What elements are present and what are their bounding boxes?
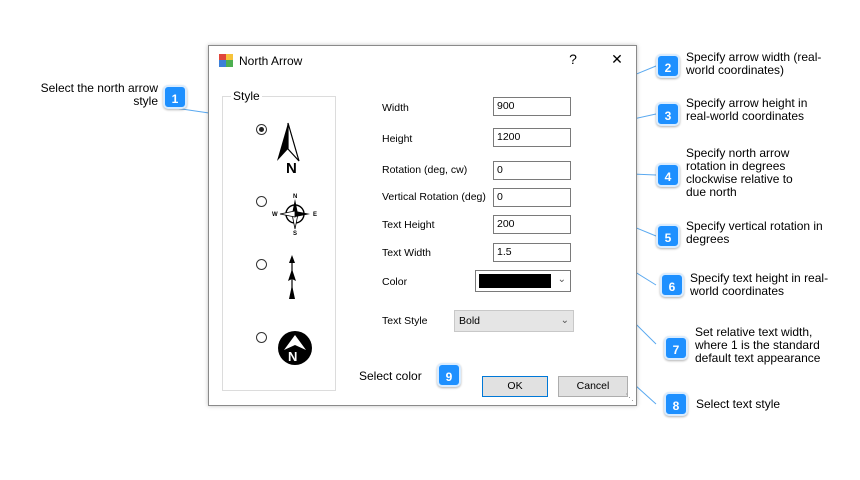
text-height-label: Text Height [382,219,435,231]
height-input[interactable]: 1200 [493,128,571,147]
callout-badge-8: 8 [664,392,688,416]
chevron-down-icon: ⌄ [560,315,569,326]
callout-badge-4: 4 [656,163,680,187]
text-style-dropdown[interactable]: Bold ⌄ [454,310,574,332]
svg-text:S: S [293,231,297,235]
color-swatch [479,274,551,288]
close-button[interactable]: ✕ [607,51,627,68]
style-radio-thin-arrow[interactable] [256,259,267,270]
vertical-rotation-label: Vertical Rotation (deg) [382,191,486,203]
style-radio-circle-arrow[interactable] [256,332,267,343]
callout-6-text: Specify text height in real-world coordi… [690,271,829,298]
thin-north-arrow-icon [288,255,296,299]
help-button[interactable]: ? [563,51,583,67]
text-style-value: Bold [459,315,481,327]
callout-4-text: Specify north arrow rotation in degrees … [686,146,793,199]
width-input[interactable]: 900 [493,97,571,116]
svg-text:W: W [272,212,278,218]
title-bar: North Arrow ? ✕ [209,46,636,76]
color-dropdown[interactable]: ⌄ [475,270,571,292]
cancel-button[interactable]: Cancel [558,376,628,397]
dialog-title: North Arrow [239,54,303,68]
text-width-input[interactable]: 1.5 [493,243,571,262]
callout-1-text: Select the north arrow style [40,81,158,108]
width-label: Width [382,102,409,114]
callout-badge-5: 5 [656,224,680,248]
style-groupbox: Style N N S E W N [222,89,336,391]
ok-button[interactable]: OK [482,376,548,397]
callout-3-text: Specify arrow height in real-world coord… [686,96,808,123]
app-icon [219,54,233,67]
svg-text:N: N [288,349,297,364]
text-width-label: Text Width [382,247,432,259]
style-radio-simple-arrow[interactable] [256,124,267,135]
callout-badge-2: 2 [656,54,680,78]
height-label: Height [382,133,413,145]
callout-2-text: Specify arrow width (real-world coordina… [686,50,822,77]
circle-north-arrow-icon: N [278,331,312,365]
callout-badge-3: 3 [656,102,680,126]
simple-north-arrow-icon: N [277,122,300,177]
rotation-input[interactable]: 0 [493,161,571,180]
style-group-label: Style [231,89,262,103]
resize-grip-icon[interactable]: ⋱ [625,392,634,403]
north-arrow-dialog: North Arrow ? ✕ Style N N S E W N Width … [208,45,637,406]
text-style-label: Text Style [382,315,428,327]
callout-5-text: Specify vertical rotation in degrees [686,219,823,246]
text-height-input[interactable]: 200 [493,215,571,234]
rotation-label: Rotation (deg, cw) [382,164,468,176]
color-label: Color [382,276,408,288]
svg-text:E: E [313,212,317,218]
callout-7-text: Set relative text width, where 1 is the … [695,325,821,365]
chevron-down-icon: ⌄ [557,274,566,285]
callout-8-text: Select text style [696,397,781,411]
svg-text:N: N [293,194,297,200]
callout-badge-7: 7 [664,336,688,360]
style-radio-compass-rose[interactable] [256,196,267,207]
arrow-n-letter: N [286,160,297,177]
callout-badge-1: 1 [163,85,187,109]
vertical-rotation-input[interactable]: 0 [493,188,571,207]
callout-badge-9: 9 [437,363,461,387]
callout-9-text: Select color [359,369,422,383]
callout-badge-6: 6 [660,273,684,297]
compass-rose-icon: N S E W [272,194,317,235]
